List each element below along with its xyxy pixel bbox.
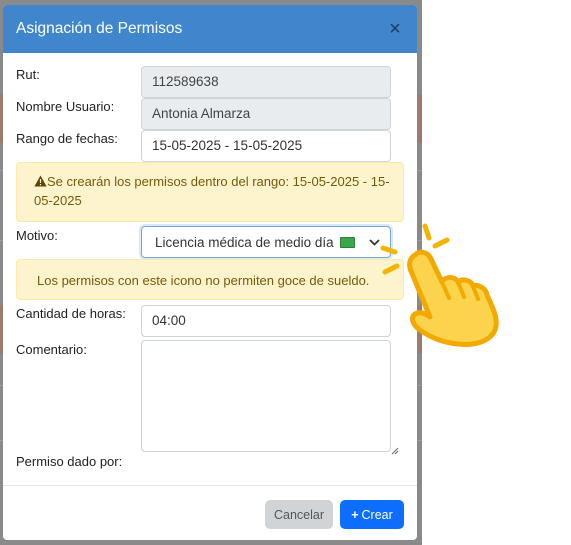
hours-input[interactable]: 04:00 <box>141 305 391 337</box>
footer-divider <box>3 485 417 486</box>
permissions-modal: Asignación de Permisos × Rut: 112589638 … <box>3 5 417 540</box>
reason-selected-label: Licencia médica de medio día <box>155 234 334 250</box>
pointing-hand-icon <box>380 223 499 347</box>
rut-field: 112589638 <box>141 66 391 98</box>
create-button-label: Crear <box>361 507 393 522</box>
money-icon <box>339 237 355 249</box>
create-button[interactable]: + Crear <box>340 500 404 529</box>
date-range-alert: Se crearán los permisos dentro del rango… <box>16 162 404 222</box>
cancel-button[interactable]: Cancelar <box>265 500 333 529</box>
close-icon[interactable]: × <box>385 19 405 39</box>
reason-alert: Los permisos con este icono no permiten … <box>16 259 404 300</box>
cancel-button-label: Cancelar <box>273 507 325 522</box>
plus-icon: + <box>351 507 359 522</box>
resize-grip-icon[interactable] <box>391 442 399 455</box>
username-label: Nombre Usuario: <box>16 99 115 114</box>
comment-label: Comentario: <box>16 342 87 357</box>
given-by-label: Permiso dado por: <box>16 454 123 469</box>
comment-textarea[interactable] <box>141 340 391 452</box>
reason-select[interactable]: Licencia médica de medio día <box>141 226 391 258</box>
date-range-alert-text: Se crearán los permisos dentro del rango… <box>34 174 390 208</box>
modal-title: Asignación de Permisos <box>16 20 183 37</box>
reason-select-value: Licencia médica de medio día <box>155 235 355 250</box>
username-field: Antonia Almarza <box>141 98 391 130</box>
reason-alert-text: Los permisos con este icono no permiten … <box>37 273 370 288</box>
rut-label: Rut: <box>16 67 40 82</box>
reason-label: Motivo: <box>16 228 58 243</box>
hours-label: Cantidad de horas: <box>16 306 126 321</box>
date-range-label: Rango de fechas: <box>16 131 118 146</box>
warning-icon <box>34 175 47 187</box>
modal-header: Asignación de Permisos × <box>3 5 417 53</box>
date-range-input[interactable]: 15-05-2025 - 15-05-2025 <box>141 130 391 162</box>
